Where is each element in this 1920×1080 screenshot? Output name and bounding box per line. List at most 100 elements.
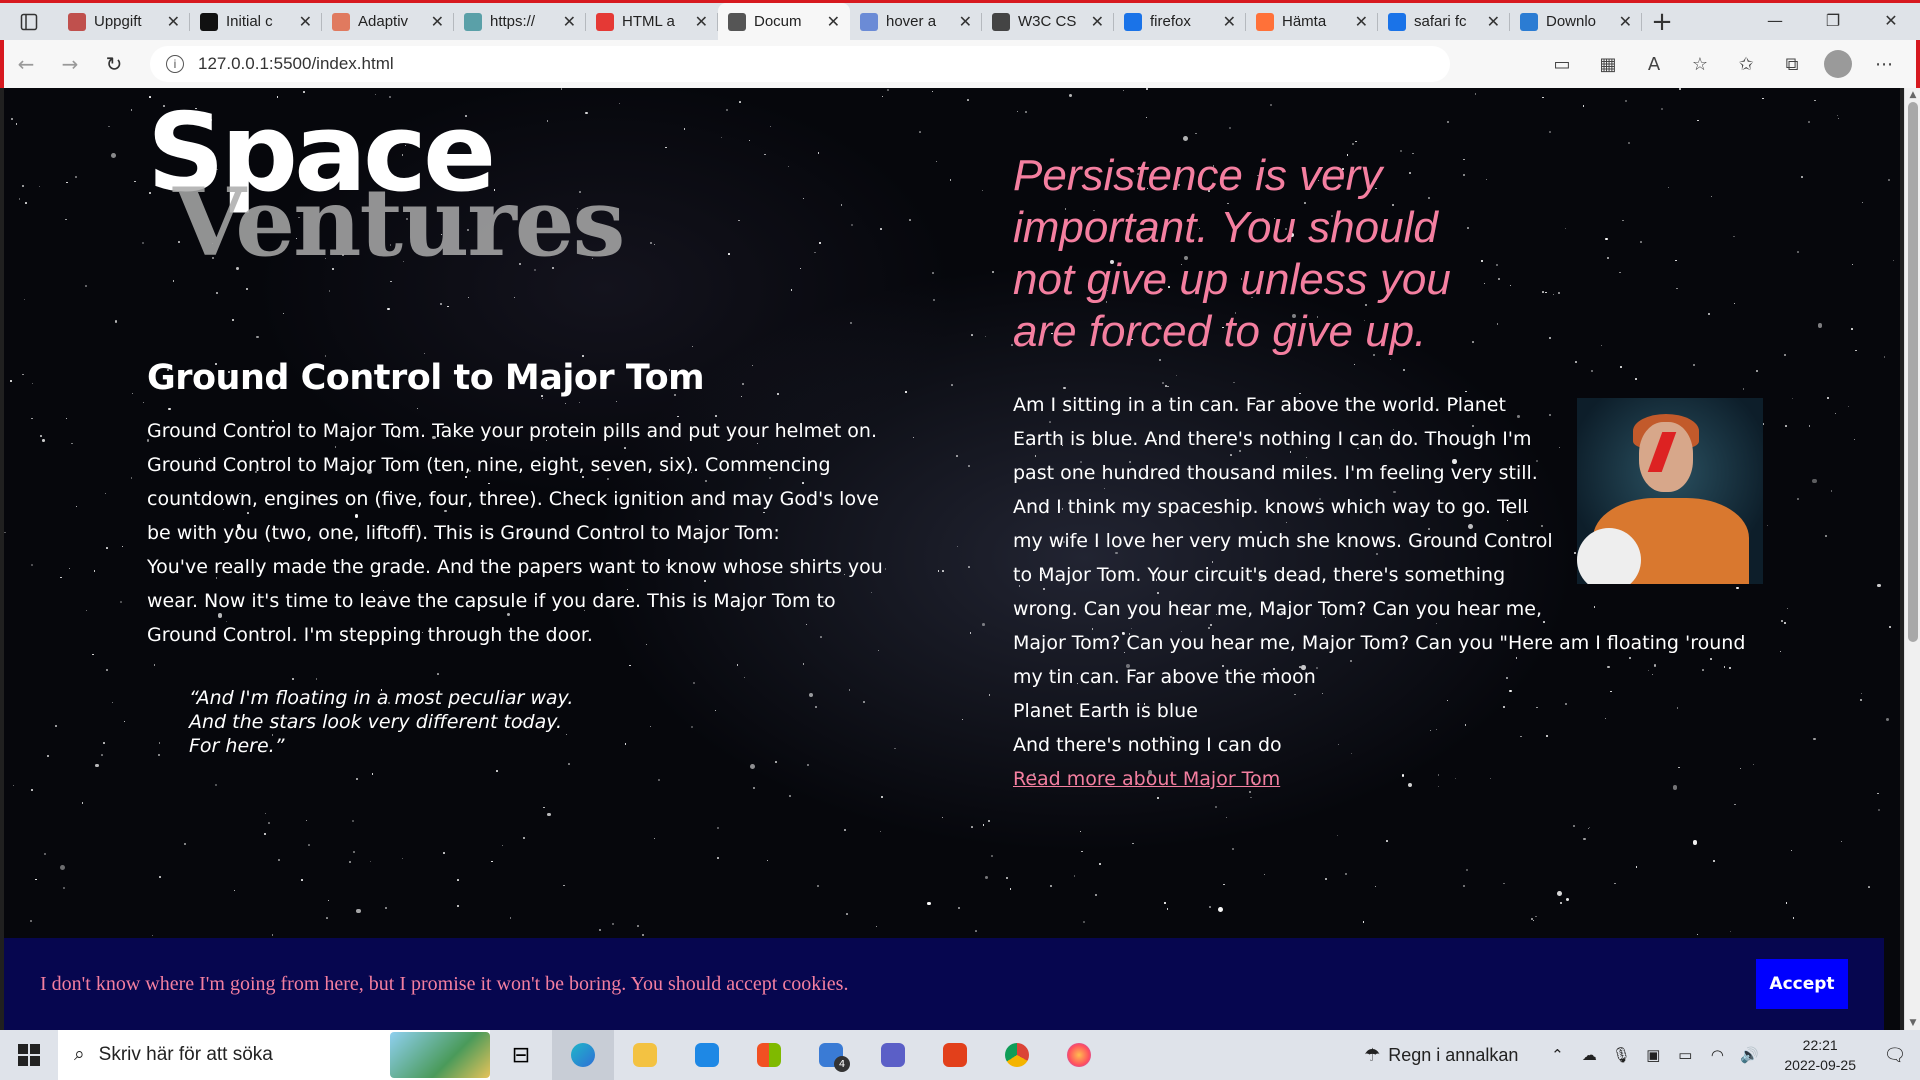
task-view-icon: ⊟ [511,1042,531,1068]
collections-icon[interactable]: ⧉ [1772,46,1812,82]
close-window-button[interactable]: ✕ [1862,0,1920,40]
tab-close-icon[interactable]: ✕ [1619,12,1632,31]
tab-close-icon[interactable]: ✕ [431,12,444,31]
tab-title: Docum [754,13,802,30]
browser-tab[interactable]: W3C CS ✕ [982,3,1114,40]
taskbar-edge[interactable] [552,1030,614,1080]
more-menu-icon[interactable]: ⋯ [1864,46,1904,82]
forward-button[interactable]: → [48,46,92,82]
github-icon [200,12,218,31]
scroll-up-icon[interactable]: ▲ [1905,90,1920,100]
scrollbar-thumb[interactable] [1908,102,1918,642]
browser-tab[interactable]: Docum ✕ [718,3,850,40]
tab-close-icon[interactable]: ✕ [959,12,972,31]
read-aloud-icon[interactable]: A [1634,46,1674,82]
url-text[interactable]: 127.0.0.1:5500/index.html [198,54,394,74]
intro-paragraph: Ground Control to Major Tom. Take your p… [147,420,880,544]
taskbar-search[interactable]: ⌕ Skriv här för att söka [58,1030,490,1080]
battery-icon[interactable]: ▭ [1674,1046,1696,1064]
tab-strip: Uppgift ✕ Initial c ✕ Adaptiv ✕ https://✕ HTML … [0,0,1920,40]
taskbar-firefox[interactable] [1048,1030,1110,1080]
address-field[interactable]: i 127.0.0.1:5500/index.html [150,46,1450,82]
wifi-icon[interactable]: ◠ [1706,1046,1728,1064]
taskbar-vscode[interactable] [676,1030,738,1080]
taskbar-store[interactable] [738,1030,800,1080]
notifications-icon[interactable]: 🗨 [1880,1045,1910,1066]
office-icon [943,1043,967,1067]
browser-tab[interactable]: firefox ✕ [1114,3,1246,40]
device-icon[interactable]: ▭ [1542,46,1582,82]
onedrive-icon[interactable]: ☁ [1578,1046,1600,1064]
tab-close-icon[interactable]: ✕ [563,12,576,31]
browser-tab[interactable]: Downlo ✕ [1510,3,1642,40]
toolbar: ▭ ▦ A ☆ ✩ ⧉ ⋯ [1542,46,1916,82]
firefox-icon [1256,12,1274,31]
scroll-down-icon[interactable]: ▼ [1905,1018,1920,1028]
chevron-up-icon[interactable]: ⌃ [1546,1046,1568,1064]
browser-tab[interactable]: hover a ✕ [850,3,982,40]
tab-close-icon[interactable]: ✕ [1355,12,1368,31]
forward-arrow-icon: → [61,52,79,76]
add-favorite-icon[interactable]: ☆ [1680,46,1720,82]
restore-button[interactable]: ❐ [1804,0,1862,40]
cookie-message: I don't know where I'm going from here, … [40,972,849,995]
volume-icon[interactable]: 🔊 [1738,1046,1760,1064]
back-button[interactable]: ← [4,46,48,82]
display-icon[interactable]: ▣ [1642,1046,1664,1064]
tab-close-icon[interactable]: ✕ [1487,12,1500,31]
browser-tab[interactable]: Hämta ✕ [1246,3,1378,40]
logo-ventures-text: Ventures [173,168,625,278]
apps-icon[interactable]: ▦ [1588,46,1628,82]
browser-tab[interactable]: Adaptiv ✕ [322,3,454,40]
tab-actions-button[interactable] [0,3,58,40]
microphone-icon[interactable]: 🎙 [1610,1046,1632,1064]
task-view-button[interactable]: ⊟ [490,1030,552,1080]
taskbar-explorer[interactable] [614,1030,676,1080]
browser-tab[interactable]: https:// ✕ [454,3,586,40]
weather-widget[interactable]: ☂ Regn i annalkan [1364,1045,1518,1066]
taskbar-teams[interactable] [862,1030,924,1080]
page-scrollbar[interactable]: ▲ ▼ [1904,88,1920,1030]
site-logo[interactable]: Space Ventures [147,100,625,271]
section-heading: Ground Control to Major Tom [147,358,705,398]
browser-tab[interactable]: Initial c ✕ [190,3,322,40]
major-tom-portrait [1577,398,1763,584]
right-body: Am I sitting in a tin can. Far above the… [1013,388,1763,796]
tab-title: Hämta [1282,13,1327,30]
start-button[interactable] [0,1030,58,1080]
tab-close-icon[interactable]: ✕ [1223,12,1236,31]
site-info-icon[interactable]: i [166,55,184,73]
tab-title: safari fc [1414,13,1467,30]
browser-tab[interactable]: safari fc ✕ [1378,3,1510,40]
right-line-2: Planet Earth is blue [1013,700,1198,722]
taskbar-mail[interactable]: 4 [800,1030,862,1080]
favorites-icon[interactable]: ✩ [1726,46,1766,82]
cookie-banner: I don't know where I'm going from here, … [4,938,1884,1030]
tab-actions-icon [20,13,38,30]
browser-tab[interactable]: HTML a ✕ [586,3,718,40]
read-more-link[interactable]: Read more about Major Tom [1013,768,1280,790]
new-tab-button[interactable]: + [1642,3,1682,40]
profile-avatar[interactable] [1824,50,1852,78]
tab-close-icon[interactable]: ✕ [695,12,708,31]
browser-tab[interactable]: Uppgift ✕ [58,3,190,40]
chrome-icon [1005,1043,1029,1067]
lyric-quote: “And I'm floating in a most peculiar way… [189,687,574,757]
tab-close-icon[interactable]: ✕ [167,12,180,31]
tab-close-icon[interactable]: ✕ [299,12,312,31]
pin-icon [68,12,86,31]
cloud-icon [464,12,482,31]
vscode-icon [695,1043,719,1067]
clock[interactable]: 22:21 2022-09-25 [1784,1035,1856,1075]
search-icon: ⌕ [74,1044,85,1065]
refresh-button[interactable]: ↻ [92,46,136,82]
taskbar-office[interactable] [924,1030,986,1080]
tab-close-icon[interactable]: ✕ [827,12,840,31]
search-highlight-image [390,1032,490,1078]
minimize-button[interactable]: — [1746,0,1804,40]
tab-close-icon[interactable]: ✕ [1091,12,1104,31]
accept-cookies-button[interactable]: Accept [1756,959,1848,1009]
taskbar-chrome[interactable] [986,1030,1048,1080]
tab-title: Adaptiv [358,13,409,30]
store-icon [757,1043,781,1067]
